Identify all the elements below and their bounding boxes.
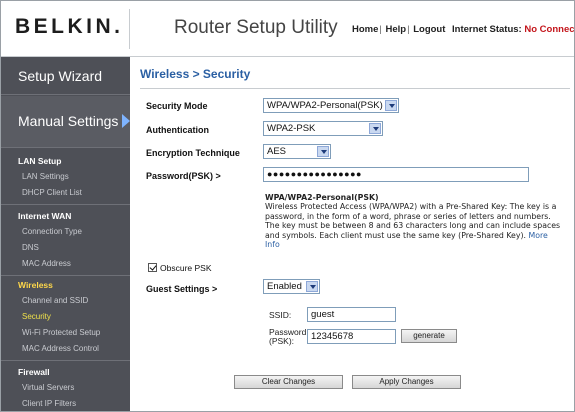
sidebar-item-mac-address-control[interactable]: MAC Address Control — [1, 341, 130, 357]
security-mode-label: Security Mode — [146, 101, 208, 111]
nav-group-firewall: Firewall Virtual Servers Client IP Filte… — [1, 364, 130, 411]
encryption-technique-label: Encryption Technique — [146, 148, 240, 158]
manual-settings-link[interactable]: Manual Settings — [1, 96, 131, 148]
app-title: Router Setup Utility — [174, 17, 338, 38]
nav-divider — [1, 204, 130, 205]
sidebar-item-virtual-servers[interactable]: Virtual Servers — [1, 380, 130, 396]
manual-settings-label: Manual Settings — [18, 113, 119, 129]
nav-head-wireless[interactable]: Wireless — [1, 277, 130, 293]
description-body: Wireless Protected Access (WPA/WPA2) wit… — [265, 202, 561, 240]
sidebar-item-wifi-protected-setup[interactable]: Wi-Fi Protected Setup — [1, 325, 130, 341]
home-link[interactable]: Home — [352, 24, 378, 35]
nav-head-lan-setup[interactable]: LAN Setup — [1, 153, 130, 169]
security-mode-select[interactable]: WPA/WPA2-Personal(PSK) — [263, 98, 399, 113]
password-psk-label: Password(PSK) > — [146, 171, 221, 181]
sidebar-item-lan-settings[interactable]: LAN Settings — [1, 169, 130, 185]
sidebar-item-security[interactable]: Security — [1, 309, 130, 325]
guest-settings-select[interactable]: Enabled — [263, 279, 320, 294]
guest-ssid-label: SSID: — [269, 310, 292, 320]
chevron-down-icon[interactable] — [385, 100, 397, 111]
guest-password-input[interactable]: 12345678 — [307, 329, 396, 344]
nav-divider — [1, 360, 130, 361]
belkin-logo[interactable]: BELKIN. — [15, 15, 124, 39]
guest-ssid-input[interactable]: guest — [307, 307, 396, 322]
guest-password-label: Password (PSK): — [269, 328, 306, 346]
sidebar-item-client-ip-filters[interactable]: Client IP Filters — [1, 396, 130, 411]
clear-changes-button[interactable]: Clear Changes — [234, 375, 343, 389]
sidebar-item-dns[interactable]: DNS — [1, 240, 130, 256]
checkbox-checked-icon[interactable] — [148, 263, 157, 272]
obscure-psk-checkbox[interactable]: Obscure PSK — [148, 263, 212, 273]
chevron-down-icon[interactable] — [317, 146, 329, 157]
internet-status-value: No Connection — [524, 24, 575, 35]
logout-link[interactable]: Logout — [413, 24, 445, 35]
help-link[interactable]: Help — [386, 24, 407, 35]
sidebar-item-mac-address[interactable]: MAC Address — [1, 256, 130, 272]
generate-button[interactable]: generate — [401, 329, 457, 343]
encryption-technique-value: AES — [267, 146, 287, 157]
nav-group-wireless: Wireless Channel and SSID Security Wi-Fi… — [1, 277, 130, 365]
main-content: Wireless > Security Security Mode WPA/WP… — [130, 57, 574, 411]
chevron-down-icon[interactable] — [369, 123, 381, 134]
guest-settings-value: Enabled — [267, 281, 302, 292]
chevron-down-icon[interactable] — [306, 281, 318, 292]
nav-head-internet-wan[interactable]: Internet WAN — [1, 208, 130, 224]
sidebar-item-connection-type[interactable]: Connection Type — [1, 224, 130, 240]
header-bar: BELKIN. Router Setup Utility Home| Help|… — [1, 1, 575, 57]
router-setup-window: BELKIN. Router Setup Utility Home| Help|… — [0, 0, 575, 412]
encryption-technique-select[interactable]: AES — [263, 144, 331, 159]
sidebar-item-dhcp-client-list[interactable]: DHCP Client List — [1, 185, 130, 201]
apply-changes-button[interactable]: Apply Changes — [352, 375, 461, 389]
page-title: Wireless > Security — [140, 67, 251, 81]
authentication-label: Authentication — [146, 125, 209, 135]
link-separator: | — [407, 24, 410, 35]
link-separator: | — [379, 24, 382, 35]
password-psk-input[interactable]: ●●●●●●●●●●●●●●●● — [263, 167, 529, 182]
nav-group-lan-setup: LAN Setup LAN Settings DHCP Client List — [1, 153, 130, 209]
header-divider — [129, 9, 130, 49]
title-divider — [140, 88, 570, 89]
top-links: Home| Help| Logout Internet Status: No C… — [352, 24, 575, 35]
description-title: WPA/WPA2-Personal(PSK) — [265, 193, 379, 202]
security-mode-description: WPA/WPA2-Personal(PSK) Wireless Protecte… — [265, 193, 565, 249]
guest-password-label-line2: (PSK): — [269, 336, 295, 346]
authentication-value: WPA2-PSK — [267, 123, 316, 134]
setup-wizard-link[interactable]: Setup Wizard — [1, 57, 130, 95]
guest-settings-label: Guest Settings > — [146, 284, 218, 294]
security-mode-value: WPA/WPA2-Personal(PSK) — [267, 100, 383, 111]
nav-group-internet-wan: Internet WAN Connection Type DNS MAC Add… — [1, 208, 130, 280]
nav-head-firewall[interactable]: Firewall — [1, 364, 130, 380]
internet-status-label: Internet Status: — [452, 24, 522, 35]
authentication-select[interactable]: WPA2-PSK — [263, 121, 383, 136]
obscure-psk-label: Obscure PSK — [160, 263, 212, 273]
nav-divider — [1, 275, 130, 276]
sidebar: Setup Wizard Manual Settings LAN Setup L… — [1, 57, 131, 411]
sidebar-item-channel-and-ssid[interactable]: Channel and SSID — [1, 293, 130, 309]
